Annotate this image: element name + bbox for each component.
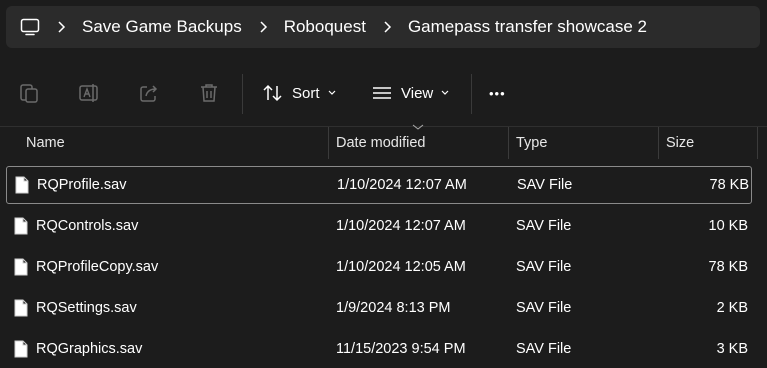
address-bar[interactable]: Save Game Backups Roboquest Gamepass tra… xyxy=(6,6,760,48)
file-row[interactable]: RQProfile.sav 1/10/2024 12:07 AM SAV Fil… xyxy=(6,166,752,204)
column-resize-handle[interactable] xyxy=(757,127,758,159)
file-date: 1/10/2024 12:05 AM xyxy=(336,259,466,275)
file-row[interactable]: RQProfileCopy.sav 1/10/2024 12:05 AM SAV… xyxy=(0,248,767,286)
column-resize-handle[interactable] xyxy=(328,127,329,159)
file-date: 1/10/2024 12:07 AM xyxy=(337,177,467,193)
rename-icon[interactable] xyxy=(78,82,100,104)
file-icon xyxy=(14,217,28,235)
file-date: 1/10/2024 12:07 AM xyxy=(336,218,466,234)
file-type: SAV File xyxy=(517,177,573,193)
file-row[interactable]: RQGraphics.sav 11/15/2023 9:54 PM SAV Fi… xyxy=(0,330,767,368)
file-name: RQProfileCopy.sav xyxy=(36,259,159,275)
file-type: SAV File xyxy=(516,218,572,234)
breadcrumb-current-folder[interactable]: Gamepass transfer showcase 2 xyxy=(402,17,653,37)
column-date-modified[interactable]: Date modified xyxy=(336,127,425,159)
file-size: 2 KB xyxy=(716,300,748,316)
chevron-down-icon xyxy=(441,90,449,95)
file-size: 78 KB xyxy=(709,177,750,193)
column-header: Name Date modified Type Size xyxy=(0,127,767,159)
chevron-right-icon[interactable] xyxy=(372,21,402,33)
file-name: RQProfile.sav xyxy=(37,177,127,193)
column-type[interactable]: Type xyxy=(516,127,547,159)
file-size: 3 KB xyxy=(716,341,748,357)
share-icon[interactable] xyxy=(138,82,160,104)
file-size: 78 KB xyxy=(708,259,749,275)
sort-label: Sort xyxy=(292,84,320,102)
more-options-button[interactable]: ••• xyxy=(489,82,506,104)
file-type: SAV File xyxy=(516,341,572,357)
chevron-down-icon xyxy=(328,90,335,95)
delete-icon[interactable] xyxy=(198,82,220,104)
column-size[interactable]: Size xyxy=(666,127,694,159)
toolbar-divider xyxy=(471,74,472,114)
sort-button[interactable]: Sort xyxy=(262,82,336,104)
chevron-right-icon[interactable] xyxy=(46,21,76,33)
chevron-right-icon[interactable] xyxy=(248,21,278,33)
file-size: 10 KB xyxy=(708,218,749,234)
sort-icon xyxy=(263,84,282,102)
file-icon xyxy=(14,299,28,317)
breadcrumb-save-game-backups[interactable]: Save Game Backups xyxy=(76,17,248,37)
view-label: View xyxy=(401,84,434,102)
computer-icon[interactable] xyxy=(20,17,40,37)
column-name[interactable]: Name xyxy=(26,127,65,159)
column-resize-handle[interactable] xyxy=(508,127,509,159)
file-row[interactable]: RQSettings.sav 1/9/2024 8:13 PM SAV File… xyxy=(0,289,767,327)
column-resize-handle[interactable] xyxy=(658,127,659,159)
file-icon xyxy=(15,176,29,194)
file-row[interactable]: RQControls.sav 1/10/2024 12:07 AM SAV Fi… xyxy=(0,207,767,245)
file-type: SAV File xyxy=(516,259,572,275)
command-bar: Sort View ••• xyxy=(0,60,767,127)
file-name: RQControls.sav xyxy=(36,218,139,234)
file-name: RQGraphics.sav xyxy=(36,341,143,357)
file-type: SAV File xyxy=(516,300,572,316)
file-name: RQSettings.sav xyxy=(36,300,137,316)
copy-icon[interactable] xyxy=(18,82,40,104)
file-date: 1/9/2024 8:13 PM xyxy=(336,300,451,316)
breadcrumb-roboquest[interactable]: Roboquest xyxy=(278,17,372,37)
file-date: 11/15/2023 9:54 PM xyxy=(336,341,466,357)
toolbar-divider xyxy=(242,74,243,114)
file-icon xyxy=(14,340,28,358)
file-icon xyxy=(14,258,28,276)
view-list-icon xyxy=(373,87,391,99)
view-button[interactable]: View xyxy=(371,82,449,104)
